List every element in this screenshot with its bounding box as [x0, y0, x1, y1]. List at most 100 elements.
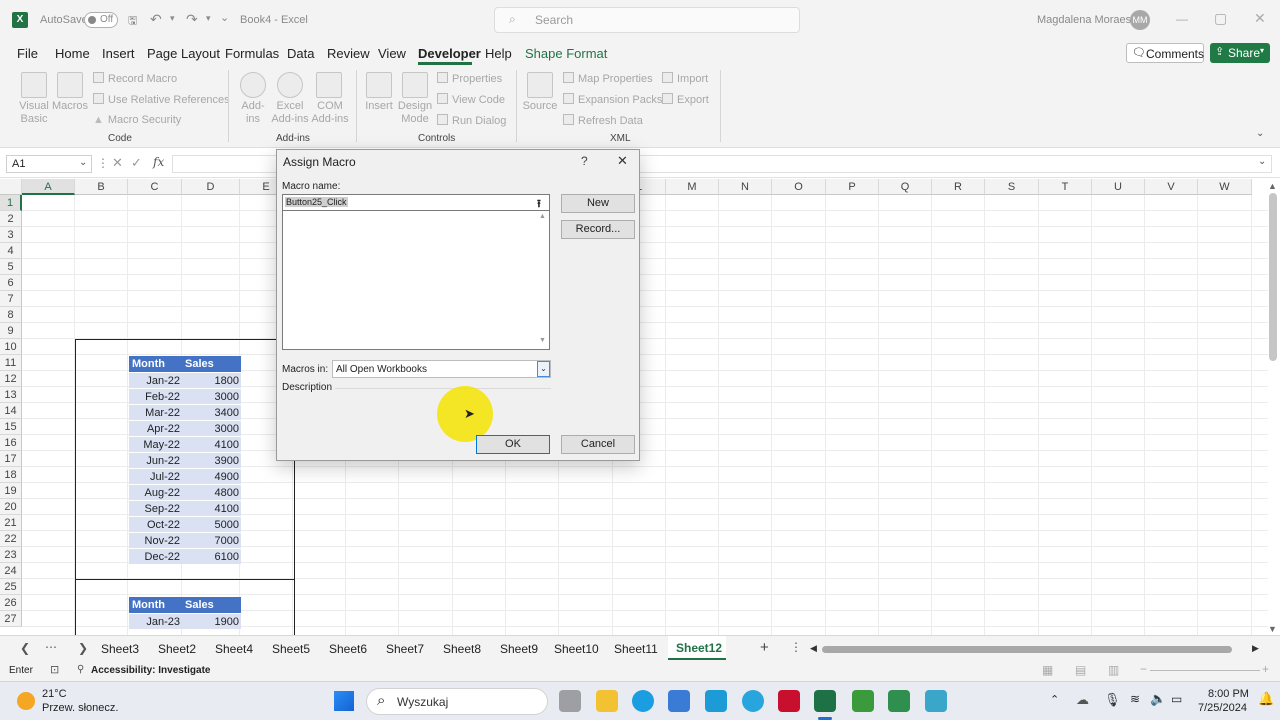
tab-home[interactable]: Home [55, 46, 90, 61]
row-header-22[interactable]: 22 [0, 531, 22, 547]
onedrive-icon[interactable]: ☁ [1076, 692, 1089, 708]
column-header-a[interactable]: A [22, 179, 75, 195]
save-icon[interactable]: 🖫 [128, 12, 137, 31]
scroll-left-icon[interactable]: ❮ [20, 641, 30, 655]
shape-outline[interactable] [75, 339, 295, 580]
more-sheets-icon[interactable]: ⋯ [45, 640, 57, 654]
edge-icon[interactable] [632, 690, 654, 712]
share-button[interactable]: ⇪ Share ▾ [1210, 43, 1270, 63]
chevron-down-icon[interactable]: ⌄ [1258, 156, 1266, 167]
sheet-tab[interactable]: Sheet10 [554, 642, 599, 656]
autosave-toggle[interactable]: Off [84, 12, 118, 28]
sheet-tab[interactable]: Sheet6 [329, 642, 367, 656]
row-header-5[interactable]: 5 [0, 259, 22, 275]
com-add-ins-icon[interactable] [316, 72, 342, 98]
chevron-down-icon[interactable]: ⌄ [537, 361, 550, 377]
add-ins-button[interactable]: Add-ins [236, 100, 270, 126]
insert-controls-icon[interactable] [366, 72, 392, 98]
customize-toolbar-icon[interactable]: ⌄ [220, 11, 229, 24]
ok-button[interactable]: OK [476, 435, 550, 454]
select-all-corner[interactable] [0, 179, 22, 195]
column-header-r[interactable]: R [932, 179, 985, 195]
maximize-icon[interactable]: ▢ [1214, 10, 1227, 27]
zoom-out-icon[interactable]: − [1140, 662, 1147, 676]
row-header-26[interactable]: 26 [0, 595, 22, 611]
macro-name-input[interactable]: Button25_Click ⭱ [282, 194, 550, 211]
scroll-down-icon[interactable]: ▼ [539, 337, 546, 344]
sheet-tab[interactable]: Sheet8 [443, 642, 481, 656]
zoom-in-icon[interactable]: + [1262, 662, 1269, 676]
zoom-slider[interactable] [1150, 670, 1260, 671]
row-header-8[interactable]: 8 [0, 307, 22, 323]
design-mode-button[interactable]: Design Mode [396, 100, 434, 126]
column-header-m[interactable]: M [666, 179, 719, 195]
row-header-3[interactable]: 3 [0, 227, 22, 243]
row-header-25[interactable]: 25 [0, 579, 22, 595]
row-header-15[interactable]: 15 [0, 419, 22, 435]
sheet-tab[interactable]: Sheet11 [614, 642, 658, 656]
cancel-entry-icon[interactable]: ✕ [112, 155, 123, 171]
run-dialog-button[interactable]: Run Dialog [437, 114, 506, 128]
visual-basic-button[interactable]: Visual Basic [14, 100, 54, 126]
mcafee-icon[interactable] [778, 690, 800, 712]
com-add-ins-button[interactable]: COM Add-ins [310, 100, 350, 126]
excel-add-ins-button[interactable]: Excel Add-ins [270, 100, 310, 126]
macro-list[interactable]: ▲ ▼ [282, 211, 550, 350]
row-header-23[interactable]: 23 [0, 547, 22, 563]
row-header-24[interactable]: 24 [0, 563, 22, 579]
scroll-up-icon[interactable]: ▲ [1268, 181, 1277, 191]
scroll-right-icon[interactable]: ▶ [1252, 643, 1259, 654]
new-button[interactable]: New [561, 194, 635, 213]
scroll-left-icon[interactable]: ◀ [810, 643, 817, 654]
record-button[interactable]: Record... [561, 220, 635, 239]
row-header-19[interactable]: 19 [0, 483, 22, 499]
row-header-12[interactable]: 12 [0, 371, 22, 387]
task-view-icon[interactable] [559, 690, 581, 712]
windows-start-icon[interactable] [334, 691, 354, 711]
close-icon[interactable]: ✕ [617, 153, 628, 169]
scroll-up-icon[interactable]: ▲ [539, 213, 546, 220]
notepad-icon[interactable] [925, 690, 947, 712]
excel-taskbar-icon[interactable] [814, 690, 836, 712]
help-button[interactable]: ? [581, 154, 588, 168]
row-header-20[interactable]: 20 [0, 499, 22, 515]
weather-temperature[interactable]: 21°C [42, 688, 67, 700]
add-sheet-icon[interactable]: + [760, 639, 769, 656]
scroll-right-icon[interactable]: ❯ [78, 641, 88, 655]
horizontal-scrollbar-thumb[interactable] [822, 646, 1232, 653]
tab-shape-format[interactable]: Shape Format [525, 46, 607, 61]
tab-developer[interactable]: Developer [418, 46, 481, 61]
sheet-tab[interactable]: Sheet4 [215, 642, 253, 656]
map-properties-button[interactable]: Map Properties [563, 72, 653, 86]
record-macro-button[interactable]: Record Macro [93, 72, 177, 86]
column-header-w[interactable]: W [1198, 179, 1252, 195]
row-header-18[interactable]: 18 [0, 467, 22, 483]
sheet-tab[interactable]: Sheet3 [101, 642, 139, 656]
properties-button[interactable]: Properties [437, 72, 502, 86]
file-explorer-icon[interactable] [596, 690, 618, 712]
tab-insert[interactable]: Insert [102, 46, 135, 61]
normal-view-icon[interactable]: ▦ [1042, 663, 1053, 677]
more-options-icon[interactable]: ⋮ [790, 640, 802, 654]
row-header-7[interactable]: 7 [0, 291, 22, 307]
clock-time[interactable]: 8:00 PM [1208, 688, 1249, 700]
cancel-button[interactable]: Cancel [561, 435, 635, 454]
tab-data[interactable]: Data [287, 46, 314, 61]
macro-security-button[interactable]: ▲ Macro Security [93, 114, 181, 127]
row-header-21[interactable]: 21 [0, 515, 22, 531]
tab-formulas[interactable]: Formulas [225, 46, 279, 61]
import-button[interactable]: Import [662, 72, 708, 86]
user-name[interactable]: Magdalena Moraesko [1037, 14, 1143, 26]
column-header-v[interactable]: V [1145, 179, 1198, 195]
accessibility-status[interactable]: Accessibility: Investigate [91, 665, 211, 676]
clock-date[interactable]: 7/25/2024 [1198, 702, 1247, 714]
undo-dropdown-icon[interactable]: ▾ [170, 13, 175, 24]
page-layout-view-icon[interactable]: ▤ [1075, 663, 1086, 677]
row-header-9[interactable]: 9 [0, 323, 22, 339]
column-header-s[interactable]: S [985, 179, 1039, 195]
volume-icon[interactable]: 🔈 [1150, 691, 1166, 707]
row-header-27[interactable]: 27 [0, 611, 22, 627]
column-header-n[interactable]: N [719, 179, 772, 195]
tab-file[interactable]: File [17, 46, 38, 61]
list-scrollbar[interactable]: ▲ ▼ [537, 211, 549, 348]
